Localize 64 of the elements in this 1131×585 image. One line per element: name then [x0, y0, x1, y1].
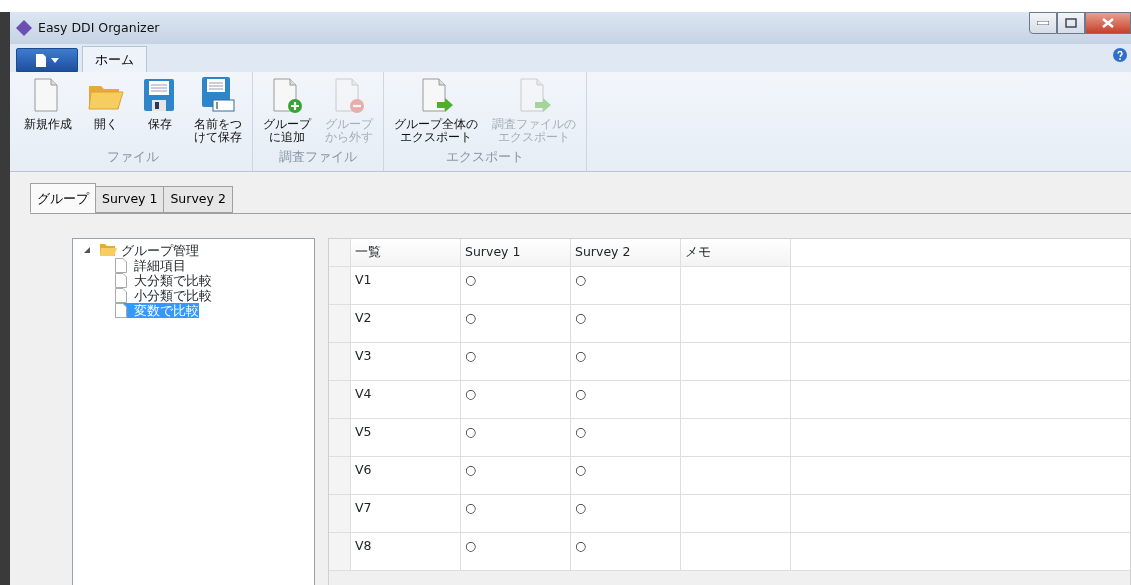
- table-cell: ○: [461, 456, 571, 494]
- table-cell: ○: [571, 532, 681, 570]
- column-header[interactable]: Survey 2: [571, 238, 681, 266]
- tree-item[interactable]: 小分類で比較: [115, 287, 212, 303]
- table-cell: ○: [461, 532, 571, 570]
- ribbon-button[interactable]: 開く: [80, 72, 132, 149]
- ribbon-group-label: ファイル: [106, 148, 160, 167]
- page-icon: [35, 52, 47, 68]
- page-icon: [115, 257, 127, 273]
- table-cell: V7: [351, 494, 461, 532]
- table-cell: ○: [461, 266, 571, 304]
- tree-item[interactable]: 詳細項目: [115, 257, 186, 273]
- ribbon-button[interactable]: 保存: [134, 72, 186, 149]
- ribbon-group-label: 調査ファイル: [278, 148, 358, 167]
- table-cell: ○: [461, 304, 571, 342]
- app-logo-icon: [16, 20, 32, 36]
- document-tab[interactable]: Survey 1: [95, 186, 165, 213]
- maximize-icon: [1065, 18, 1077, 28]
- table-cell: ○: [571, 304, 681, 342]
- table-cell: V5: [351, 418, 461, 456]
- tree-item[interactable]: グループ管理: [121, 242, 199, 258]
- table-cell: V3: [351, 342, 461, 380]
- maximize-button[interactable]: [1057, 12, 1085, 34]
- ribbon-button[interactable]: 名前をつ けて保存: [188, 72, 248, 149]
- minimize-button[interactable]: [1029, 12, 1057, 34]
- table-cell: ○: [461, 418, 571, 456]
- table-cell: ○: [461, 380, 571, 418]
- table-cell: ○: [571, 266, 681, 304]
- page-icon: [115, 302, 127, 318]
- table-cell: ○: [571, 380, 681, 418]
- ribbon-button[interactable]: 新規作成: [18, 72, 78, 149]
- table-cell: ○: [571, 456, 681, 494]
- close-icon: [1102, 18, 1114, 28]
- column-header[interactable]: Survey 1: [461, 238, 571, 266]
- table-cell: V4: [351, 380, 461, 418]
- table-cell: V8: [351, 532, 461, 570]
- folder-icon: [99, 243, 117, 258]
- document-tab[interactable]: Survey 2: [163, 186, 233, 213]
- page-icon: [115, 272, 127, 288]
- table-cell: V2: [351, 304, 461, 342]
- close-button[interactable]: [1085, 12, 1131, 34]
- table-cell: ○: [571, 342, 681, 380]
- page-icon: [115, 287, 127, 303]
- minimize-icon: [1037, 21, 1049, 25]
- application-menu-button[interactable]: [16, 48, 78, 72]
- table-cell: ○: [571, 418, 681, 456]
- ribbon-tab[interactable]: ホーム: [82, 46, 147, 72]
- table-cell: ○: [461, 494, 571, 532]
- ribbon-button[interactable]: グループ全体の エクスポート: [388, 72, 484, 149]
- column-header[interactable]: 一覧: [351, 238, 461, 266]
- help-icon[interactable]: [1113, 48, 1127, 62]
- ribbon-button[interactable]: グループ に追加: [257, 72, 317, 149]
- ribbon-group-label: エクスポート: [445, 148, 525, 167]
- table-cell: V1: [351, 266, 461, 304]
- floppy-disk-rename-icon: [199, 76, 237, 114]
- table-cell: V6: [351, 456, 461, 494]
- window-title: Easy DDI Organizer: [38, 18, 160, 37]
- document-tab[interactable]: グループ: [30, 183, 96, 213]
- tree-item[interactable]: 大分類で比較: [115, 272, 212, 288]
- column-header[interactable]: メモ: [681, 238, 791, 266]
- caret-icon: [51, 57, 59, 63]
- expand-arrow-icon[interactable]: [83, 246, 91, 255]
- table-cell: ○: [461, 342, 571, 380]
- table-cell: ○: [571, 494, 681, 532]
